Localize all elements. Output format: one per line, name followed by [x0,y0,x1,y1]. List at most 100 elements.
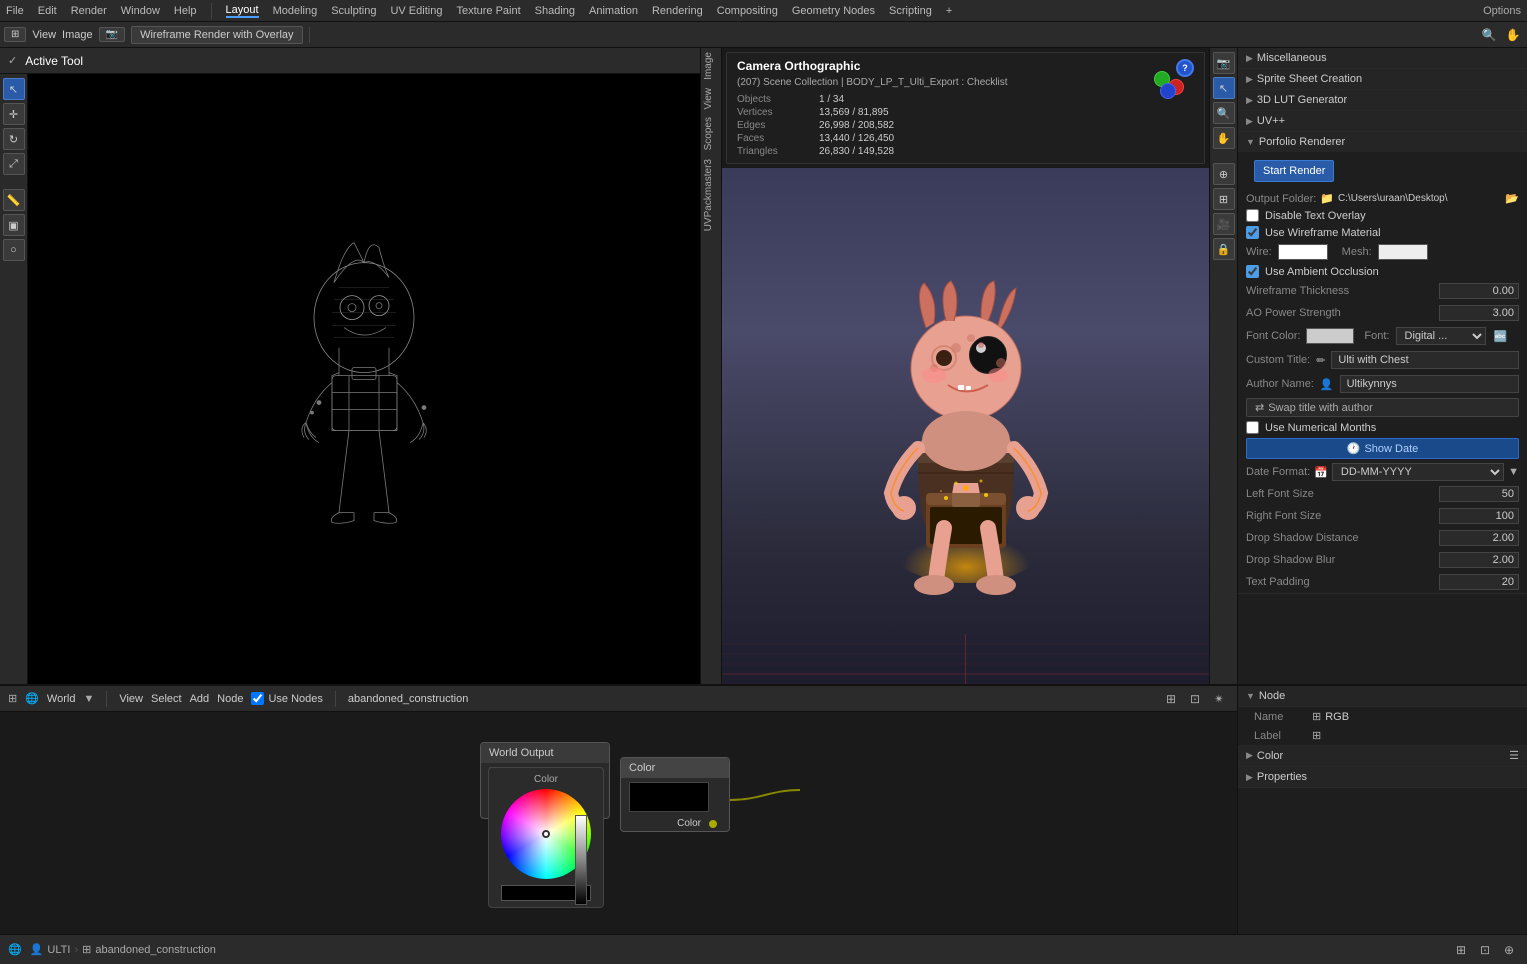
viewport-settings[interactable]: ⊞ [1213,188,1235,210]
disable-text-checkbox[interactable] [1246,209,1259,222]
move-tool[interactable]: ✛ [3,103,25,125]
date-format-select[interactable]: DD-MM-YYYY [1332,463,1504,481]
menu-render[interactable]: Render [71,5,107,17]
swap-title-button[interactable]: ⇄ Swap title with author [1246,398,1519,417]
zoom-icon[interactable]: 🔍 [1479,25,1499,45]
uvpp-header[interactable]: ▶ UV++ [1238,111,1527,131]
right-panel: ▶ Miscellaneous ▶ Sprite Sheet Creation … [1237,48,1527,714]
color-list-icon[interactable]: ☰ [1509,749,1519,762]
left-font-size-input[interactable] [1439,486,1519,502]
circle-select[interactable]: ○ [3,239,25,261]
transform-btn[interactable]: ⊕ [1213,163,1235,185]
drop-shadow-distance-input[interactable] [1439,530,1519,546]
mesh-color-swatch[interactable] [1378,244,1428,260]
menu-plus[interactable]: + [946,5,952,17]
image-label[interactable]: Image [62,29,93,41]
ne-view-label[interactable]: View [119,693,143,705]
ao-power-input[interactable] [1439,305,1519,321]
ne-select-label[interactable]: Select [151,693,182,705]
world-dropdown[interactable]: ▼ [83,693,94,705]
menu-uv-editing[interactable]: UV Editing [390,5,442,17]
bottom-icon1[interactable]: ⊞ [1451,940,1471,960]
ne-add-label[interactable]: Add [190,693,210,705]
menu-scripting[interactable]: Scripting [889,5,932,17]
sprite-arrow: ▶ [1246,74,1253,85]
menu-window[interactable]: Window [121,5,160,17]
miscellaneous-header[interactable]: ▶ Miscellaneous [1238,48,1527,68]
font-pick-icon[interactable]: 🔤 [1494,330,1508,343]
menu-edit[interactable]: Edit [38,5,57,17]
node-graph-canvas[interactable]: World Output All Surface Volume [0,712,947,934]
breadcrumb-icon2: ⊞ [82,943,91,956]
menu-layout[interactable]: Layout [226,4,259,18]
custom-title-input[interactable] [1331,351,1519,369]
cursor-tool[interactable]: ↖ [3,78,25,100]
use-nodes-checkbox[interactable] [251,692,264,705]
vtab-uvpackmaster[interactable]: UVPackmaster3 [701,155,721,235]
view-btn[interactable]: ⊞ [4,27,26,42]
menu-texture-paint[interactable]: Texture Paint [456,5,520,17]
measure-tool[interactable]: 📏 [3,189,25,211]
menu-help[interactable]: Help [174,5,197,17]
menu-modeling[interactable]: Modeling [273,5,318,17]
bottom-icon3[interactable]: ⊕ [1499,940,1519,960]
ne-node-label[interactable]: Node [217,693,243,705]
properties-section-header[interactable]: ▶ Properties [1238,767,1527,788]
hand-icon[interactable]: ✋ [1503,25,1523,45]
bottom-icon2[interactable]: ⊡ [1475,940,1495,960]
node-section-header[interactable]: ▼ Node [1238,686,1527,707]
ne-icon1[interactable]: ⊞ [1161,689,1181,709]
menu-rendering[interactable]: Rendering [652,5,703,17]
menu-animation[interactable]: Animation [589,5,638,17]
font-select[interactable]: Digital ... [1396,327,1486,345]
porfolio-header[interactable]: ▼ Porfolio Renderer [1238,132,1527,152]
start-render-button[interactable]: Start Render [1254,160,1334,182]
use-ao-checkbox[interactable] [1246,265,1259,278]
drop-shadow-blur-input[interactable] [1439,552,1519,568]
menu-compositing[interactable]: Compositing [717,5,778,17]
menu-file[interactable]: File [6,5,24,17]
cursor-btn2[interactable]: ↖ [1213,77,1235,99]
browse-folder-icon[interactable]: 📂 [1505,192,1519,205]
date-dropdown-icon[interactable]: ▼ [1508,466,1519,478]
color-section-header[interactable]: ▶ Color ☰ [1238,745,1527,767]
world-icon: 🌐 [25,692,39,705]
menu-sculpting[interactable]: Sculpting [331,5,376,17]
grab-btn[interactable]: ✋ [1213,127,1235,149]
box-select[interactable]: ▣ [3,214,25,236]
breadcrumb-root[interactable]: ULTI [47,944,70,956]
viewport-icon[interactable]: 📷 [99,27,125,42]
camera-btn[interactable]: 📷 [1213,52,1235,74]
zoom-btn[interactable]: 🔍 [1213,102,1235,124]
vtab-scopes[interactable]: Scopes [701,113,721,154]
output-folder-row: Output Folder: 📁 C:\Users\uraan\Desktop\… [1238,190,1527,207]
right-font-size-input[interactable] [1439,508,1519,524]
camera-view-btn[interactable]: 🎥 [1213,213,1235,235]
menu-geometry-nodes[interactable]: Geometry Nodes [792,5,875,17]
color-value-strip[interactable] [575,815,587,905]
use-numerical-months-checkbox[interactable] [1246,421,1259,434]
colored-viewport[interactable] [722,168,1209,714]
use-wireframe-checkbox[interactable] [1246,226,1259,239]
show-date-button[interactable]: 🕐 Show Date [1246,438,1519,459]
menu-shading[interactable]: Shading [535,5,575,17]
lock-btn[interactable]: 🔒 [1213,238,1235,260]
rotate-tool[interactable]: ↻ [3,128,25,150]
view-label[interactable]: View [32,29,56,41]
ne-icon3[interactable]: ✴ [1209,689,1229,709]
wire-mesh-row: Wire: Mesh: [1238,241,1527,263]
vtab-view[interactable]: View [701,84,721,114]
author-name-input[interactable] [1340,375,1519,393]
scale-tool[interactable]: ⤢ [3,153,25,175]
options-btn[interactable]: Options [1483,5,1521,17]
wireframe-thickness-input[interactable] [1439,283,1519,299]
font-color-swatch[interactable] [1306,328,1354,344]
wireframe-viewport[interactable]: ULTIKYNNYS | 03-JANUARY-2025 HELLO WORLD [28,74,700,714]
wire-color-swatch[interactable] [1278,244,1328,260]
text-padding-input[interactable] [1439,574,1519,590]
ne-icon2[interactable]: ⊡ [1185,689,1205,709]
vtab-image[interactable]: Image [701,48,721,84]
lut-header[interactable]: ▶ 3D LUT Generator [1238,90,1527,110]
breadcrumb-child[interactable]: abandoned_construction [95,944,215,956]
sprite-sheet-header[interactable]: ▶ Sprite Sheet Creation [1238,69,1527,89]
